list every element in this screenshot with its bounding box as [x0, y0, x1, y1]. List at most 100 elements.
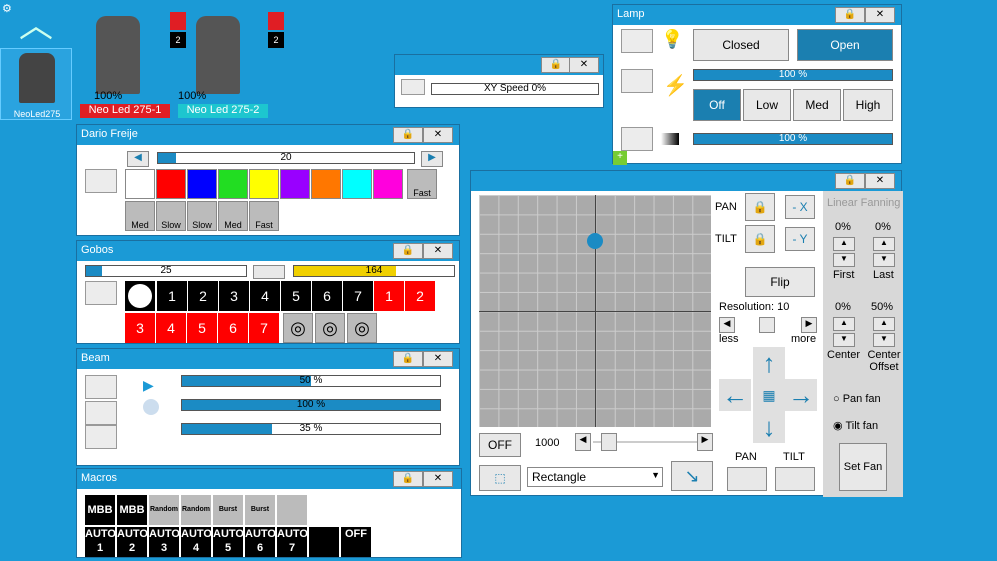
resize-handle-icon[interactable]: + — [613, 151, 627, 165]
tilt-lock-icon[interactable]: 🔒 — [745, 225, 775, 253]
gobo-color-button[interactable]: 3 — [125, 313, 155, 343]
gobo-button[interactable]: 5 — [281, 281, 311, 311]
xy-grid[interactable] — [479, 195, 711, 427]
xyspeed-toggle[interactable] — [401, 79, 425, 95]
lock-button[interactable]: 🔒 — [393, 127, 423, 143]
gobo-button[interactable]: 1 — [374, 281, 404, 311]
auto-macro-button[interactable]: OFF — [341, 527, 371, 557]
auto-macro-button[interactable] — [309, 527, 339, 557]
macro-button[interactable]: Random — [181, 495, 211, 525]
color-next-button[interactable]: ▶ — [421, 151, 443, 167]
mode-off[interactable]: Off — [693, 89, 741, 121]
color-wheel[interactable]: Med — [218, 201, 248, 231]
invert-y-button[interactable]: - Y — [785, 227, 815, 251]
gobo-color-button[interactable]: 7 — [249, 313, 279, 343]
color-swatch[interactable] — [342, 169, 372, 199]
closed-button[interactable]: Closed — [693, 29, 789, 61]
color-wheel[interactable]: Fast — [249, 201, 279, 231]
lock-button[interactable]: 🔒 — [393, 351, 423, 367]
speed-slider[interactable] — [601, 433, 617, 451]
mode-low[interactable]: Low — [743, 89, 791, 121]
fixture-1[interactable]: 2 100% Neo Led 275-1 — [80, 10, 186, 118]
gobo-button[interactable]: 2 — [405, 281, 435, 311]
macro-button[interactable]: MBB — [117, 495, 147, 525]
macro-button[interactable] — [277, 495, 307, 525]
auto-macro-button[interactable]: AUTO 6 — [245, 527, 276, 557]
close-button[interactable]: ✕ — [569, 57, 599, 73]
beam-bar[interactable]: 100 % — [181, 399, 441, 411]
beam-bar[interactable]: 50 % — [181, 375, 441, 387]
offset-up[interactable]: ▲ — [873, 317, 895, 331]
gobo2-bar[interactable]: 164 — [293, 265, 455, 277]
speed-next-button[interactable]: ▶ — [697, 433, 713, 451]
xyspeed-bar[interactable]: XY Speed 0% — [431, 83, 599, 95]
color-swatch[interactable] — [311, 169, 341, 199]
chevron-up-icon[interactable]: ︿ — [14, 8, 58, 44]
gobo-rotate-1-icon[interactable]: ◎ — [283, 313, 313, 343]
pan-lock-icon[interactable]: 🔒 — [745, 193, 775, 221]
macro-button[interactable]: MBB — [85, 495, 115, 525]
mode-high[interactable]: High — [843, 89, 893, 121]
gobo-color-button[interactable]: 4 — [156, 313, 186, 343]
macro-button[interactable]: Burst — [245, 495, 275, 525]
color-swatch[interactable] — [249, 169, 279, 199]
flip-button[interactable]: Flip — [745, 267, 815, 297]
lock-button[interactable]: 🔒 — [835, 173, 865, 189]
color-swatch[interactable] — [373, 169, 403, 199]
beam-toggle-1[interactable] — [85, 375, 117, 399]
first-down[interactable]: ▼ — [833, 253, 855, 267]
lock-button[interactable]: 🔒 — [541, 57, 571, 73]
gobo-bar[interactable]: 25 — [85, 265, 247, 277]
color-swatch[interactable] — [187, 169, 217, 199]
off-button[interactable]: OFF — [479, 433, 521, 457]
macro-button[interactable]: Burst — [213, 495, 243, 525]
gobo-button[interactable]: 1 — [157, 281, 187, 311]
dimmer-bar[interactable]: 100 % — [693, 133, 893, 145]
gobo-button[interactable]: 7 — [343, 281, 373, 311]
beam-bar[interactable]: 35 % — [181, 423, 441, 435]
center-icon[interactable]: ▦ — [753, 379, 785, 411]
gobo-toggle[interactable] — [85, 281, 117, 305]
beam-toggle-2[interactable] — [85, 401, 117, 425]
arrow-right-icon[interactable]: → — [785, 379, 817, 411]
gobo-open[interactable] — [125, 281, 155, 311]
arrow-left-icon[interactable]: ← — [719, 379, 751, 411]
center-up[interactable]: ▲ — [833, 317, 855, 331]
color-swatch[interactable] — [125, 169, 155, 199]
macro-button[interactable]: Random — [149, 495, 179, 525]
auto-macro-button[interactable]: AUTO 7 — [277, 527, 308, 557]
color-prev-button[interactable]: ◀ — [127, 151, 149, 167]
tilt-button[interactable] — [775, 467, 815, 491]
gobo-button[interactable]: 6 — [312, 281, 342, 311]
resolution-slider[interactable] — [759, 317, 775, 333]
color-wheel-fast[interactable]: Fast — [407, 169, 437, 199]
gobo-color-button[interactable]: 6 — [218, 313, 248, 343]
lock-button[interactable]: 🔒 — [393, 243, 423, 259]
fixture-2[interactable]: 2 100% Neo Led 275-2 — [178, 10, 284, 118]
position-dot[interactable] — [587, 233, 603, 249]
invert-x-button[interactable]: - X — [785, 195, 815, 219]
gobo-rotate-2-icon[interactable]: ◎ — [315, 313, 345, 343]
last-down[interactable]: ▼ — [873, 253, 895, 267]
gear-icon[interactable]: ⚙ — [2, 2, 12, 15]
auto-macro-button[interactable]: AUTO 4 — [181, 527, 212, 557]
color-swatch[interactable] — [280, 169, 310, 199]
arrow-down-icon[interactable]: ↓ — [753, 411, 785, 443]
gobo-color-button[interactable]: 5 — [187, 313, 217, 343]
color-toggle[interactable] — [85, 169, 117, 193]
color-swatch[interactable] — [218, 169, 248, 199]
color-swatch[interactable] — [156, 169, 186, 199]
speed-prev-button[interactable]: ◀ — [575, 433, 591, 451]
close-button[interactable]: ✕ — [865, 173, 895, 189]
auto-macro-button[interactable]: AUTO 2 — [117, 527, 148, 557]
color-wheel[interactable]: Slow — [156, 201, 186, 231]
panfan-radio[interactable]: ○ Pan fan — [833, 393, 881, 405]
first-up[interactable]: ▲ — [833, 237, 855, 251]
lamp-toggle[interactable] — [621, 29, 653, 53]
mode-med[interactable]: Med — [793, 89, 841, 121]
shape-select[interactable]: Rectangle ▼ — [527, 467, 663, 487]
lock-button[interactable]: 🔒 — [835, 7, 865, 23]
close-button[interactable]: ✕ — [865, 7, 895, 23]
close-button[interactable]: ✕ — [423, 243, 453, 259]
beam-toggle-3[interactable] — [85, 425, 117, 449]
